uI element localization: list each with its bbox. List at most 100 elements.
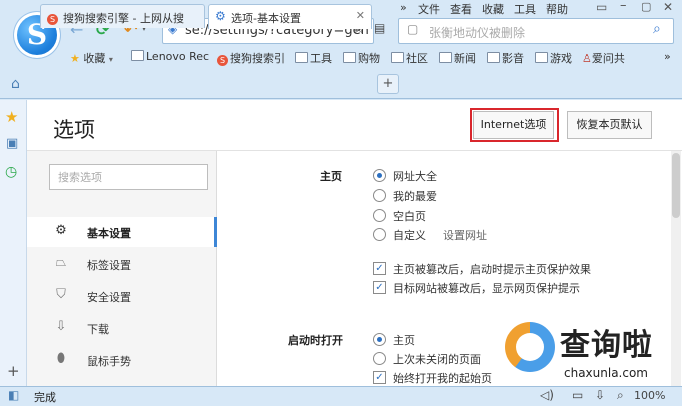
skin-icon[interactable]: ▭ xyxy=(596,0,607,14)
iask-icon: ♙ xyxy=(582,52,592,65)
home-option-label: 我的最爱 xyxy=(393,190,437,203)
search-engine-icon[interactable]: ▢ xyxy=(407,22,418,36)
minimize-icon[interactable]: – xyxy=(620,0,627,13)
mouse-icon: ⬮ xyxy=(56,351,66,366)
sidebar-item-download[interactable]: ⇩ 下载 xyxy=(27,313,216,343)
tag-icon: ⏢ xyxy=(55,255,67,270)
bookmark-lenovo[interactable]: Lenovo Rec xyxy=(131,50,209,63)
new-tab-button[interactable]: + xyxy=(377,74,399,94)
watermark-sub: chaxunla.com xyxy=(564,366,648,380)
bookmark-community[interactable]: 社区 xyxy=(391,50,428,66)
home-option-label: 空白页 xyxy=(393,210,426,223)
folder-icon xyxy=(131,50,144,61)
sidebar-item-mouse[interactable]: ⬮ 鼠标手势 xyxy=(27,345,216,375)
sidebar-item-security[interactable]: ⛉ 安全设置 xyxy=(27,281,216,311)
bookmark-shopping[interactable]: 购物 xyxy=(343,50,380,66)
startup-section-label: 启动时打开 xyxy=(288,334,343,347)
tab-sogou[interactable]: S 搜狗搜索引擎 - 上网从搜 xyxy=(40,4,205,28)
sound-icon[interactable]: ◁) xyxy=(540,388,554,402)
home-protect-label: 主页被篡改后，启动时提示主页保护效果 xyxy=(393,263,591,276)
startup-option-radio[interactable] xyxy=(373,352,386,365)
bookmark-label: Lenovo Rec xyxy=(146,50,210,63)
sogou-icon: S xyxy=(217,55,228,66)
home-option-radio[interactable] xyxy=(373,209,386,222)
bookmark-news[interactable]: 新闻 xyxy=(439,50,476,66)
tab-label: 选项-基本设置 xyxy=(231,12,301,25)
folder-icon xyxy=(487,52,500,63)
sidebar-item-label: 鼠标手势 xyxy=(87,355,131,368)
bookmark-favorites-label: 收藏 xyxy=(83,52,106,65)
sidebar-item-label: 标签设置 xyxy=(87,259,131,272)
menu-favorites[interactable]: 收藏 xyxy=(482,1,504,17)
bookmark-tools[interactable]: 工具 xyxy=(295,50,332,66)
search-icon[interactable]: ⌕ xyxy=(653,21,661,37)
site-protect-checkbox[interactable]: ✓ xyxy=(373,281,386,294)
folder-icon xyxy=(343,52,356,63)
maximize-icon[interactable]: ▢ xyxy=(641,0,651,13)
watermark-text: 查询啦 xyxy=(560,328,653,363)
bookmark-media[interactable]: 影音 xyxy=(487,50,524,66)
home-option-radio[interactable] xyxy=(373,169,386,182)
sidebar-item-label: 下载 xyxy=(87,323,109,336)
settings-search-input[interactable] xyxy=(49,164,208,190)
content-scrollbar[interactable] xyxy=(671,151,681,386)
folder-icon xyxy=(439,52,452,63)
bookmark-sogou[interactable]: S 搜狗搜索引 xyxy=(217,50,285,66)
startup-option-radio[interactable] xyxy=(373,333,386,346)
bookmark-favorites[interactable]: ★ 收藏 ▾ xyxy=(70,50,113,66)
panel-toggle-icon[interactable]: ◧ xyxy=(8,388,19,402)
restore-default-button[interactable]: 恢复本页默认 xyxy=(567,111,652,139)
sidebar-item-label: 安全设置 xyxy=(87,291,131,304)
search-box[interactable]: ▢ 张衡地动仪被删除 ⌕ xyxy=(398,18,674,44)
bookmark-label: 游戏 xyxy=(550,52,572,65)
star-icon[interactable]: ★ xyxy=(5,108,18,126)
bookmark-label: 购物 xyxy=(358,52,380,65)
tab-settings[interactable]: ⚙ 选项-基本设置 ✕ xyxy=(208,4,372,29)
sidebar-item-label: 基本设置 xyxy=(87,227,131,240)
close-icon[interactable]: ✕ xyxy=(356,9,365,22)
home-option-radio[interactable] xyxy=(373,228,386,241)
set-url-link[interactable]: 设置网址 xyxy=(443,227,487,243)
home-protect-checkbox[interactable]: ✓ xyxy=(373,262,386,275)
startup-option-label: 主页 xyxy=(393,334,415,347)
menu-file[interactable]: 文件 xyxy=(418,1,440,17)
sidebar-item-tabs[interactable]: ⏢ 标签设置 xyxy=(27,249,216,279)
status-text: 完成 xyxy=(34,391,56,404)
reader-icon[interactable]: ▤ xyxy=(374,21,385,35)
home-icon[interactable]: ⌂ xyxy=(11,76,20,92)
window-icon[interactable]: ▭ xyxy=(572,388,583,402)
menu-view[interactable]: 查看 xyxy=(450,1,472,17)
star-icon: ★ xyxy=(70,52,80,65)
zoom-level[interactable]: 100% xyxy=(634,389,665,402)
add-icon[interactable]: + xyxy=(7,362,20,380)
search-placeholder: 张衡地动仪被删除 xyxy=(429,26,526,40)
zoom-icon[interactable]: ⌕ xyxy=(617,388,624,403)
bookmark-label: 影音 xyxy=(502,52,524,65)
menu-tools[interactable]: 工具 xyxy=(514,1,536,17)
status-bar: ◧ 完成 ◁) ▭ ⇩ ⌕ 100% xyxy=(0,386,682,406)
bookmarks-more-icon[interactable]: » xyxy=(664,50,671,63)
start-page-label: 始终打开我的起始页 xyxy=(393,372,492,385)
page-title: 选项 xyxy=(53,118,95,142)
home-section-label: 主页 xyxy=(320,170,342,183)
home-option-radio[interactable] xyxy=(373,189,386,202)
bookmark-label: 工具 xyxy=(310,52,332,65)
download-status-icon[interactable]: ⇩ xyxy=(595,388,605,402)
folder-icon xyxy=(391,52,404,63)
sidebar-item-basic[interactable]: ⚙ 基本设置 xyxy=(27,217,217,247)
site-protect-label: 目标网站被篡改后，显示网页保护提示 xyxy=(393,282,580,295)
tab-label: 搜狗搜索引擎 - 上网从搜 xyxy=(63,12,184,25)
bookmark-iask[interactable]: ♙爱问共 xyxy=(582,50,625,66)
folder-icon xyxy=(535,52,548,63)
close-window-icon[interactable]: ✕ xyxy=(663,0,673,14)
settings-header: 选项 Internet选项 恢复本页默认 xyxy=(27,100,682,151)
bookmark-label: 社区 xyxy=(406,52,428,65)
clock-icon[interactable]: ◷ xyxy=(5,164,17,180)
menu-help[interactable]: 帮助 xyxy=(546,1,568,17)
start-page-checkbox[interactable]: ✓ xyxy=(373,371,386,384)
menu-chevron-icon[interactable]: » xyxy=(400,1,407,14)
scroll-thumb[interactable] xyxy=(672,153,680,218)
book-icon[interactable]: ▣ xyxy=(6,136,18,151)
settings-sidebar: ⚙ 基本设置 ⏢ 标签设置 ⛉ 安全设置 ⇩ 下载 ⬮ 鼠标手势 xyxy=(27,151,217,386)
bookmark-games[interactable]: 游戏 xyxy=(535,50,572,66)
